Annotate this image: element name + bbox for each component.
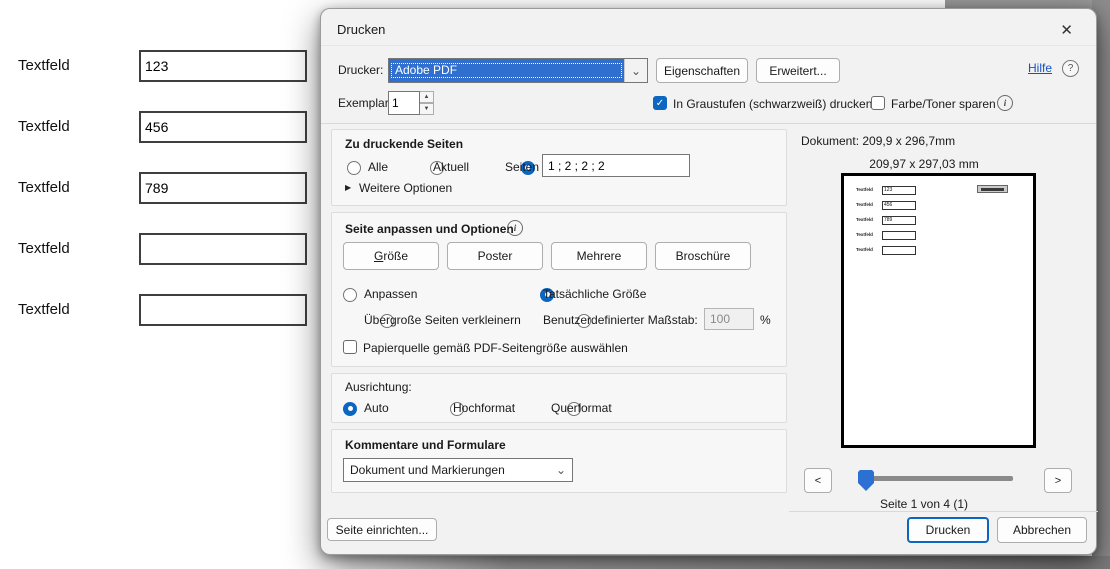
header-divider: [321, 45, 1096, 46]
orientation-label: Ausrichtung:: [345, 380, 412, 394]
printer-label: Drucker:: [338, 63, 384, 77]
preview-field-label: Textfeld: [856, 217, 873, 222]
preview-form-button: [977, 185, 1008, 193]
spin-up-icon[interactable]: ▲: [420, 91, 434, 103]
preview-field-label: Textfeld: [856, 187, 873, 192]
percent-label: %: [760, 313, 771, 327]
paper-source-checkbox[interactable]: [343, 340, 357, 354]
paper-source-checkbox-label: Papierquelle gemäß PDF-Seitengröße auswä…: [363, 341, 628, 355]
radio-fit[interactable]: [343, 287, 357, 302]
page-sizing-section: Seite anpassen und Optionen i Größe Post…: [331, 212, 787, 367]
printer-select[interactable]: Adobe PDF ⌄: [388, 58, 648, 83]
expander-triangle-icon[interactable]: ▶: [345, 183, 351, 192]
size-button[interactable]: Größe: [343, 242, 439, 270]
chevron-down-icon: ⌄: [555, 463, 567, 477]
preview-field-box: 456: [882, 201, 916, 210]
preview-field-box: 789: [882, 216, 916, 225]
page-range-input[interactable]: [542, 154, 690, 177]
toner-save-checkbox-label: Farbe/Toner sparen: [891, 97, 996, 111]
print-dialog: Drucken ✕ Drucker: Adobe PDF ⌄ Eigenscha…: [320, 8, 1098, 555]
size-button-accel: G: [373, 249, 384, 263]
form-text-field-4[interactable]: [139, 233, 307, 265]
close-icon[interactable]: ✕: [1055, 19, 1078, 41]
form-field-label: Textfeld: [18, 57, 70, 74]
custom-scale-input: [704, 308, 754, 330]
copies-stepper: ▲ ▼: [388, 91, 434, 115]
page-slider-track[interactable]: [861, 476, 1013, 481]
radio-orientation-landscape-label: Querformat: [551, 401, 612, 415]
radio-custom-scale-label: Benutzerdefinierter Maßstab:: [543, 313, 698, 327]
spin-down-icon[interactable]: ▼: [420, 103, 434, 115]
form-text-field-2[interactable]: [139, 111, 307, 143]
size-button-rest: röße: [383, 249, 409, 263]
radio-all-pages[interactable]: [347, 160, 361, 175]
workspace-background: [0, 556, 1110, 569]
form-text-field-5[interactable]: [139, 294, 307, 326]
orientation-section: Ausrichtung: Auto Hochformat Querformat: [331, 373, 787, 423]
poster-button[interactable]: Poster: [447, 242, 543, 270]
preview-field-label: Textfeld: [856, 232, 873, 237]
radio-fit-label: Anpassen: [364, 287, 418, 301]
section-title: Zu druckende Seiten: [345, 137, 464, 151]
copies-input[interactable]: [388, 91, 420, 115]
preview-field-label: Textfeld: [856, 247, 873, 252]
comments-forms-select[interactable]: Dokument und Markierungen ⌄: [343, 458, 573, 482]
print-button[interactable]: Drucken: [907, 517, 989, 543]
form-field-label: Textfeld: [18, 118, 70, 135]
cancel-button[interactable]: Abbrechen: [997, 517, 1087, 543]
previous-page-button[interactable]: <: [804, 468, 832, 493]
form-field-label: Textfeld: [18, 301, 70, 318]
chevron-down-icon[interactable]: ⌄: [624, 59, 647, 82]
info-icon[interactable]: i: [507, 220, 523, 236]
comments-forms-section: Kommentare und Formulare Dokument und Ma…: [331, 429, 787, 493]
radio-orientation-auto[interactable]: [343, 401, 357, 416]
more-options-link[interactable]: Weitere Optionen: [359, 181, 452, 195]
page-setup-button[interactable]: Seite einrichten...: [327, 518, 437, 541]
preview-field-box: [882, 246, 916, 255]
form-field-label: Textfeld: [18, 240, 70, 257]
page-slider-thumb[interactable]: [858, 470, 874, 491]
radio-shrink-oversized-label: Übergroße Seiten verkleinern: [364, 313, 521, 327]
radio-actual-size-label: Tatsächliche Größe: [543, 287, 647, 301]
radio-page-range-label: Seiten: [505, 160, 540, 174]
print-preview-page: Textfeld 123 Textfeld 456 Textfeld 789 T…: [841, 173, 1036, 448]
printer-selected-value: Adobe PDF: [389, 61, 624, 80]
pages-to-print-section: Zu druckende Seiten Alle Aktuell Seiten …: [331, 129, 787, 206]
booklet-button[interactable]: Broschüre: [655, 242, 751, 270]
form-field-label: Textfeld: [18, 179, 70, 196]
radio-all-pages-label: Alle: [368, 160, 389, 174]
paper-size-label: 209,97 x 297,03 mm: [869, 157, 979, 171]
next-page-button[interactable]: >: [1044, 468, 1072, 493]
info-icon[interactable]: i: [997, 95, 1013, 111]
grayscale-checkbox-label: In Graustufen (schwarzweiß) drucken: [673, 97, 873, 111]
section-title: Kommentare und Formulare: [345, 438, 506, 452]
preview-field-box: [882, 231, 916, 240]
toner-save-checkbox[interactable]: [871, 96, 885, 110]
radio-current-page-label: Aktuell: [433, 160, 470, 174]
advanced-button[interactable]: Erweitert...: [756, 58, 840, 83]
radio-orientation-auto-label: Auto: [364, 401, 389, 415]
form-text-field-1[interactable]: [139, 50, 307, 82]
preview-panel: Dokument: 209,9 x 296,7mm 209,97 x 297,0…: [789, 123, 1098, 512]
form-text-field-3[interactable]: [139, 172, 307, 204]
section-title: Seite anpassen und Optionen: [345, 222, 514, 236]
grayscale-checkbox[interactable]: ✓: [653, 96, 667, 110]
comments-forms-selected-value: Dokument und Markierungen: [350, 463, 505, 477]
help-link[interactable]: Hilfe: [1028, 61, 1052, 75]
properties-button[interactable]: Eigenschaften: [656, 58, 748, 83]
radio-orientation-portrait-label: Hochformat: [453, 401, 516, 415]
dialog-title: Drucken: [337, 22, 386, 37]
multiple-button[interactable]: Mehrere: [551, 242, 647, 270]
help-icon[interactable]: ?: [1062, 60, 1079, 77]
document-size-label: Dokument: 209,9 x 296,7mm: [801, 134, 956, 148]
preview-field-box: 123: [882, 186, 916, 195]
preview-field-label: Textfeld: [856, 202, 873, 207]
page-count-label: Seite 1 von 4 (1): [879, 497, 969, 511]
